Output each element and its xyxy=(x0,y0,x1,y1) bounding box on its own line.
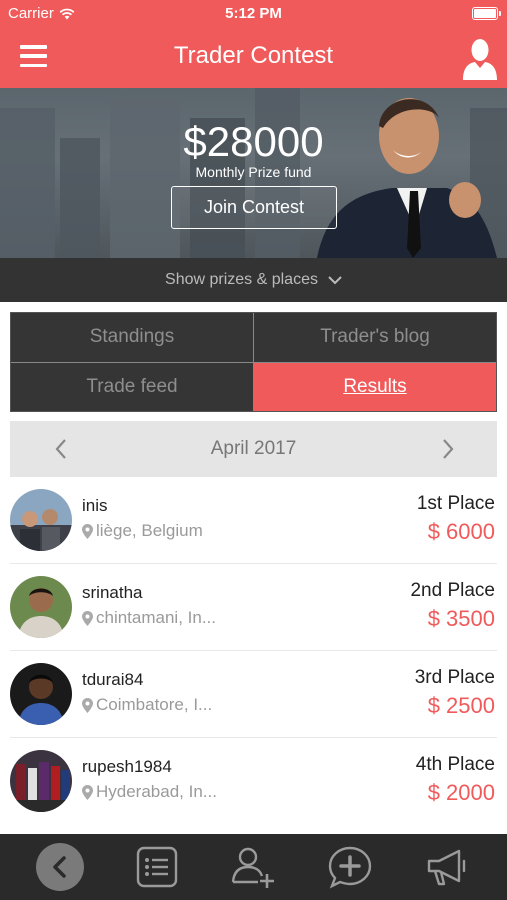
username: tdurai84 xyxy=(82,670,144,689)
hero-banner: $28000 Monthly Prize fund Join Contest xyxy=(0,88,507,258)
location: Coimbatore, I... xyxy=(82,695,212,715)
location: chintamani, In... xyxy=(82,608,216,628)
announcements-button[interactable] xyxy=(423,843,471,891)
results-list: inis liège, Belgium 1st Place $ 6000 sri… xyxy=(0,477,507,825)
prize-amount-text: $28000 xyxy=(183,118,324,165)
status-bar: Carrier 5:12 PM xyxy=(0,0,507,28)
tab-results[interactable]: Results xyxy=(254,362,496,411)
location-label: chintamani, In... xyxy=(96,608,217,627)
prize-value: $ 6000 xyxy=(427,519,495,544)
add-chat-icon xyxy=(328,846,372,889)
tab-standings[interactable]: Standings xyxy=(11,313,253,362)
avatar xyxy=(10,663,72,725)
profile-icon[interactable] xyxy=(463,37,497,80)
back-button[interactable] xyxy=(36,843,85,891)
tab-traders-blog[interactable]: Trader's blog xyxy=(254,313,496,362)
list-item[interactable]: inis liège, Belgium 1st Place $ 6000 xyxy=(10,477,497,564)
month-selector: April 2017 xyxy=(10,421,497,477)
megaphone-icon xyxy=(427,849,465,886)
bottom-toolbar xyxy=(0,834,507,900)
location-label: Hyderabad, In... xyxy=(96,782,217,801)
location-pin-icon xyxy=(82,523,93,539)
add-user-button[interactable] xyxy=(229,843,277,891)
chevron-down-icon xyxy=(328,275,342,284)
show-prizes-label: Show prizes & places xyxy=(165,271,318,288)
location: liège, Belgium xyxy=(82,521,203,541)
location: Hyderabad, In... xyxy=(82,782,217,802)
avatar xyxy=(10,576,72,638)
place-label: 4th Place xyxy=(415,754,495,775)
place-label: 3rd Place xyxy=(414,667,495,688)
chevron-left-icon[interactable] xyxy=(50,437,74,461)
battery-icon xyxy=(472,7,501,20)
avatar xyxy=(10,489,72,551)
location-label: liège, Belgium xyxy=(96,521,203,540)
tab-grid: Standings Trader's blog Trade feed Resul… xyxy=(10,312,497,412)
location-pin-icon xyxy=(82,610,93,626)
show-prizes-toggle[interactable]: Show prizes & places xyxy=(0,258,507,302)
chevron-right-icon[interactable] xyxy=(435,437,459,461)
username: rupesh1984 xyxy=(82,757,172,776)
list-button[interactable] xyxy=(133,843,181,891)
place-label: 2nd Place xyxy=(410,580,495,601)
list-item[interactable]: srinatha chintamani, In... 2nd Place $ 3… xyxy=(10,564,497,651)
tab-trade-feed[interactable]: Trade feed xyxy=(11,362,253,411)
list-item[interactable]: rupesh1984 Hyderabad, In... 4th Place $ … xyxy=(10,738,497,825)
prize-value: $ 2500 xyxy=(427,693,495,718)
page-title: Trader Contest xyxy=(173,42,334,69)
list-item[interactable]: tdurai84 Coimbatore, I... 3rd Place $ 25… xyxy=(10,651,497,738)
prize-value: $ 3500 xyxy=(427,606,495,631)
prize-value: $ 2000 xyxy=(427,780,495,805)
join-contest-button[interactable]: Join Contest xyxy=(171,186,337,229)
nav-bar: Trader Contest xyxy=(0,28,507,88)
add-chat-button[interactable] xyxy=(326,843,374,891)
back-icon xyxy=(53,856,67,878)
location-label: Coimbatore, I... xyxy=(96,695,213,714)
avatar xyxy=(10,750,72,812)
month-label: April 2017 xyxy=(210,438,297,459)
status-time: 5:12 PM xyxy=(225,5,282,22)
list-icon xyxy=(136,846,178,888)
app-header: Carrier 5:12 PM Trader Contest xyxy=(0,0,507,88)
username: inis xyxy=(82,496,108,515)
add-user-icon xyxy=(232,847,275,888)
prize-amount: $28000 xyxy=(0,118,507,166)
prize-subtitle: Monthly Prize fund xyxy=(195,164,312,180)
username: srinatha xyxy=(82,583,143,602)
place-label: 1st Place xyxy=(416,493,495,514)
location-pin-icon xyxy=(82,697,93,713)
location-pin-icon xyxy=(82,784,93,800)
